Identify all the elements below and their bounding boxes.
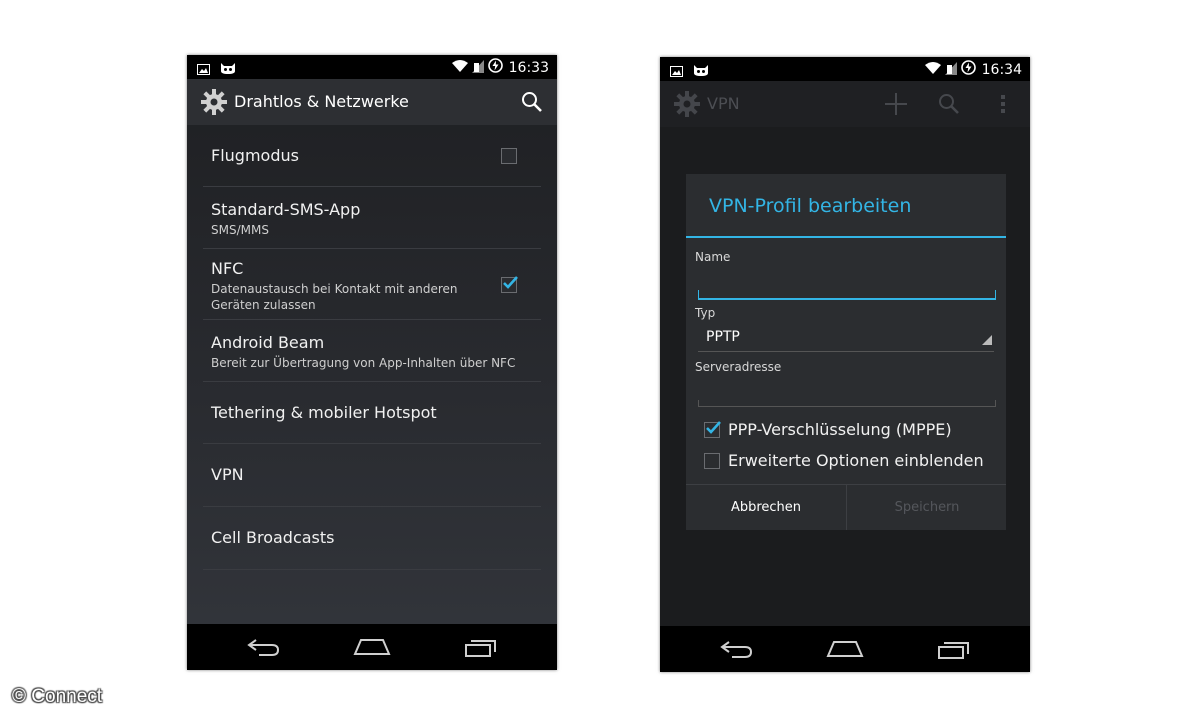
type-value: PPTP <box>706 329 740 345</box>
list-item-flugmodus[interactable]: Flugmodus <box>203 125 541 187</box>
settings-gear-icon <box>673 90 701 122</box>
action-bar: Drahtlos & Netzwerke <box>187 79 557 125</box>
item-title: VPN <box>211 465 244 484</box>
image-notification-icon <box>670 62 683 81</box>
cancel-button[interactable]: Abbrechen <box>686 485 847 530</box>
mppe-checkbox[interactable] <box>704 420 721 438</box>
overflow-menu-icon <box>1000 94 1006 118</box>
list-item-cell-broadcasts[interactable]: Cell Broadcasts <box>203 507 541 570</box>
list-item-vpn[interactable]: VPN <box>203 444 541 507</box>
item-title: Flugmodus <box>211 146 299 165</box>
nfc-checkbox[interactable] <box>501 276 518 293</box>
wifi-icon <box>924 60 941 79</box>
vpn-phone-screen: 16:34 VPN VPN-Profil bearbeiten Name Typ… <box>660 57 1030 672</box>
image-notification-icon <box>197 60 210 79</box>
name-label: Name <box>695 250 731 264</box>
list-item-android-beam[interactable]: Android Beam Bereit zur Übertragung von … <box>203 320 541 382</box>
dialog-title-divider <box>686 236 1006 238</box>
advanced-options-label: Erweiterte Optionen einblenden <box>728 451 984 470</box>
search-icon[interactable] <box>521 91 543 117</box>
copyright-watermark: © Connect <box>12 686 103 707</box>
list-item-nfc[interactable]: NFC Datenaustausch bei Kontakt mit ander… <box>203 249 541 320</box>
flugmodus-checkbox[interactable] <box>501 148 517 164</box>
item-subtitle: Bereit zur Übertragung von App-Inhalten … <box>211 356 516 370</box>
server-address-input[interactable] <box>698 400 996 407</box>
signal-icon <box>944 60 957 79</box>
item-title: Tethering & mobiler Hotspot <box>211 403 437 422</box>
battery-charging-icon <box>960 60 976 79</box>
add-icon <box>884 92 908 120</box>
server-label: Serveradresse <box>695 360 782 374</box>
status-time: 16:33 <box>508 59 549 76</box>
navigation-bar <box>660 626 1030 672</box>
screen-title: Drahtlos & Netzwerke <box>234 92 409 111</box>
dialog-title: VPN-Profil bearbeiten <box>709 195 912 217</box>
item-title: NFC <box>211 259 244 278</box>
recent-apps-icon[interactable] <box>937 638 971 664</box>
action-bar: VPN <box>660 81 1030 127</box>
signal-icon <box>471 58 484 77</box>
status-time: 16:34 <box>981 61 1022 78</box>
type-dropdown[interactable]: PPTP <box>698 329 994 352</box>
wifi-icon <box>451 58 468 77</box>
navigation-bar <box>187 624 557 670</box>
home-icon[interactable] <box>826 638 864 662</box>
battery-charging-icon <box>487 58 503 77</box>
item-title: Android Beam <box>211 333 325 352</box>
advanced-options-checkbox[interactable] <box>704 452 720 469</box>
settings-gear-icon[interactable] <box>200 88 228 120</box>
advanced-options-option[interactable]: Erweiterte Optionen einblenden <box>704 451 984 470</box>
item-subtitle: Datenaustausch bei Kontakt mit anderen G… <box>211 282 458 312</box>
dropdown-arrow-icon <box>982 330 992 349</box>
screen-title: VPN <box>707 94 740 113</box>
cyanogen-cat-icon <box>693 62 709 81</box>
item-title: Cell Broadcasts <box>211 528 335 547</box>
mppe-option[interactable]: PPP-Verschlüsselung (MPPE) <box>704 420 952 439</box>
back-icon[interactable] <box>247 636 281 662</box>
status-bar: 16:34 <box>660 57 1030 81</box>
vpn-profile-dialog: VPN-Profil bearbeiten Name Typ PPTP Serv… <box>686 174 1006 530</box>
cyanogen-cat-icon <box>220 60 236 79</box>
settings-phone-screen: 16:33 Drahtlos & Netzwerke Flugmodus Sta… <box>187 55 557 670</box>
search-icon <box>938 93 960 119</box>
mppe-label: PPP-Verschlüsselung (MPPE) <box>728 420 952 439</box>
back-icon[interactable] <box>720 638 754 664</box>
dialog-button-bar: Abbrechen Speichern <box>686 484 1006 530</box>
name-input[interactable] <box>698 290 996 300</box>
list-item-tethering[interactable]: Tethering & mobiler Hotspot <box>203 382 541 444</box>
item-subtitle: SMS/MMS <box>211 223 269 237</box>
recent-apps-icon[interactable] <box>464 636 498 662</box>
type-label: Typ <box>695 306 716 320</box>
item-title: Standard-SMS-App <box>211 200 361 219</box>
status-bar: 16:33 <box>187 55 557 79</box>
home-icon[interactable] <box>353 636 391 660</box>
list-item-sms-app[interactable]: Standard-SMS-App SMS/MMS <box>203 187 541 249</box>
save-button[interactable]: Speichern <box>847 485 1007 530</box>
